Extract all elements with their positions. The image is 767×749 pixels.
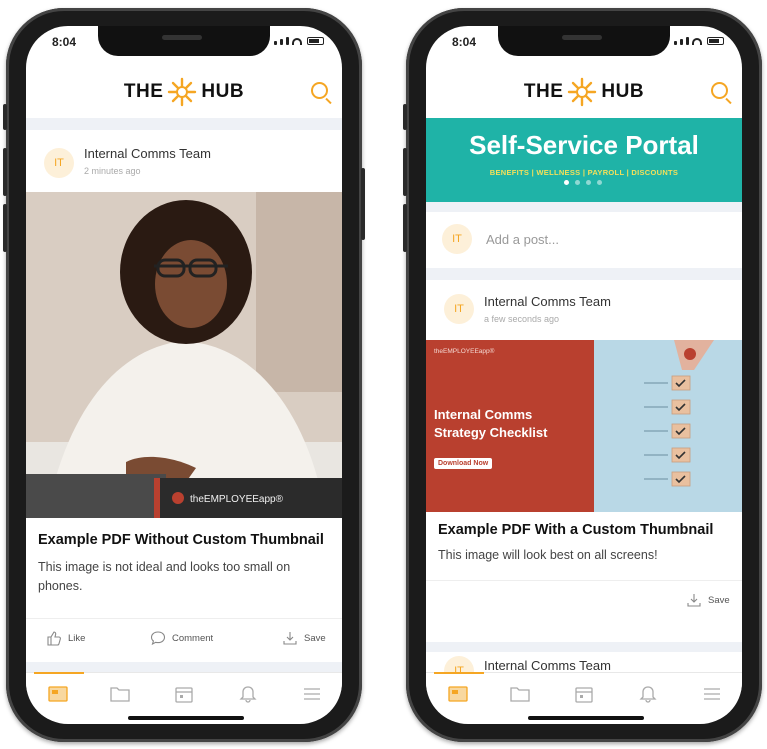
bell-icon[interactable] <box>638 685 658 703</box>
author-avatar: IT <box>444 294 474 324</box>
image-brand-watermark: theEMPLOYEEapp® <box>190 494 283 505</box>
post-image[interactable] <box>26 192 342 518</box>
post-time: 2 minutes ago <box>84 166 141 176</box>
save-icon <box>283 632 297 645</box>
feed-separator-bottom <box>26 662 342 672</box>
post-description: This image is not ideal and looks too sm… <box>38 560 291 593</box>
hub-logo-icon <box>168 77 197 107</box>
calendar-icon[interactable] <box>574 685 594 703</box>
left-phone: 8:04 THE HUB IT Internal Comms Team 2 mi… <box>3 8 365 742</box>
post-author[interactable]: Internal Comms Team <box>484 294 611 309</box>
add-post-input[interactable]: Add a post... <box>486 232 559 247</box>
portal-banner[interactable]: Self-Service Portal BENEFITS | WELLNESS … <box>426 118 742 202</box>
home-icon[interactable] <box>448 685 468 703</box>
app-title-hub: HUB <box>601 81 645 102</box>
wifi-icon <box>692 38 702 45</box>
banner-title: Self-Service Portal <box>469 130 699 160</box>
post-description: This image will look best on all screens… <box>438 548 658 562</box>
app-title-the: THE <box>523 81 564 102</box>
battery-icon <box>307 37 324 45</box>
search-icon[interactable] <box>711 82 728 99</box>
bottom-tab-bar <box>426 672 742 719</box>
battery-icon <box>707 37 724 45</box>
home-indicator[interactable] <box>528 716 644 720</box>
app-title-the: THE <box>123 81 164 102</box>
mute-switch <box>403 104 407 130</box>
post-composer[interactable]: IT Add a post... <box>426 212 742 268</box>
comment-label: Comment <box>172 632 214 644</box>
checklist-photo <box>644 340 714 487</box>
status-bar: 8:04 <box>426 26 742 56</box>
search-icon[interactable] <box>311 82 328 99</box>
home-icon[interactable] <box>48 685 68 703</box>
thumbnail-brand: theEMPLOYEEapp® <box>434 348 495 355</box>
app-header: THE HUB <box>26 70 342 114</box>
right-screen: 8:04 THE HUB Self-Service Portal BENEFIT <box>426 26 742 724</box>
menu-icon[interactable] <box>302 685 322 703</box>
app-title-hub: HUB <box>201 81 245 102</box>
left-screen: 8:04 THE HUB IT Internal Comms Team 2 mi… <box>26 26 342 724</box>
save-button[interactable]: Save <box>686 592 730 608</box>
carousel-dots[interactable] <box>564 180 602 185</box>
hub-logo-icon <box>568 77 597 107</box>
active-tab-indicator <box>34 672 84 674</box>
bell-icon[interactable] <box>238 685 258 703</box>
post-thumbnail[interactable]: theEMPLOYEEapp® Internal Comms Strategy … <box>426 340 742 512</box>
volume-down-button <box>403 204 407 252</box>
post-title[interactable]: Example PDF Without Custom Thumbnail <box>38 532 324 548</box>
like-button[interactable]: Like <box>46 630 85 646</box>
thumbnail-download-button: Download Now <box>434 458 493 469</box>
home-indicator[interactable] <box>128 716 244 720</box>
folder-icon[interactable] <box>110 685 130 703</box>
volume-up-button <box>3 148 7 196</box>
comment-button[interactable]: Comment <box>150 630 213 646</box>
thumbnail-heading: Internal Comms Strategy Checklist <box>434 407 548 440</box>
post-card[interactable]: IT Internal Comms Team 2 minutes ago the… <box>26 130 342 682</box>
post-time: a few seconds ago <box>484 314 560 324</box>
save-label: Save <box>708 594 730 606</box>
bottom-tab-bar <box>26 672 342 719</box>
thumbs-up-icon <box>47 631 61 646</box>
like-label: Like <box>68 632 86 644</box>
comment-icon <box>150 631 166 646</box>
save-icon <box>687 594 701 607</box>
app-header: THE HUB <box>426 70 742 114</box>
feed-separator <box>426 202 742 212</box>
status-time: 8:04 <box>452 35 477 49</box>
right-phone: 8:04 THE HUB Self-Service Portal BENEFIT <box>403 8 762 742</box>
power-button <box>361 168 365 240</box>
feed-separator <box>26 118 342 130</box>
post-author[interactable]: Internal Comms Team <box>484 658 611 673</box>
composer-avatar: IT <box>442 224 472 254</box>
save-button[interactable]: Save <box>282 630 326 646</box>
menu-icon[interactable] <box>702 685 722 703</box>
feed-separator <box>426 642 742 652</box>
status-time: 8:04 <box>52 35 77 49</box>
post-title[interactable]: Example PDF With a Custom Thumbnail <box>438 522 713 538</box>
volume-down-button <box>3 204 7 252</box>
author-avatar: IT <box>44 148 74 178</box>
status-icons <box>274 37 324 45</box>
feed-separator <box>426 268 742 280</box>
status-bar: 8:04 <box>26 26 342 56</box>
banner-subtitle: BENEFITS | WELLNESS | PAYROLL | DISCOUNT… <box>489 168 679 177</box>
wifi-icon <box>292 38 302 45</box>
post-author[interactable]: Internal Comms Team <box>84 146 211 161</box>
active-tab-indicator <box>434 672 484 674</box>
save-label: Save <box>304 632 326 644</box>
calendar-icon[interactable] <box>174 685 194 703</box>
status-icons <box>674 37 724 45</box>
mute-switch <box>3 104 7 130</box>
folder-icon[interactable] <box>510 685 530 703</box>
post-card[interactable]: IT Internal Comms Team a few seconds ago… <box>426 280 742 642</box>
volume-up-button <box>403 148 407 196</box>
